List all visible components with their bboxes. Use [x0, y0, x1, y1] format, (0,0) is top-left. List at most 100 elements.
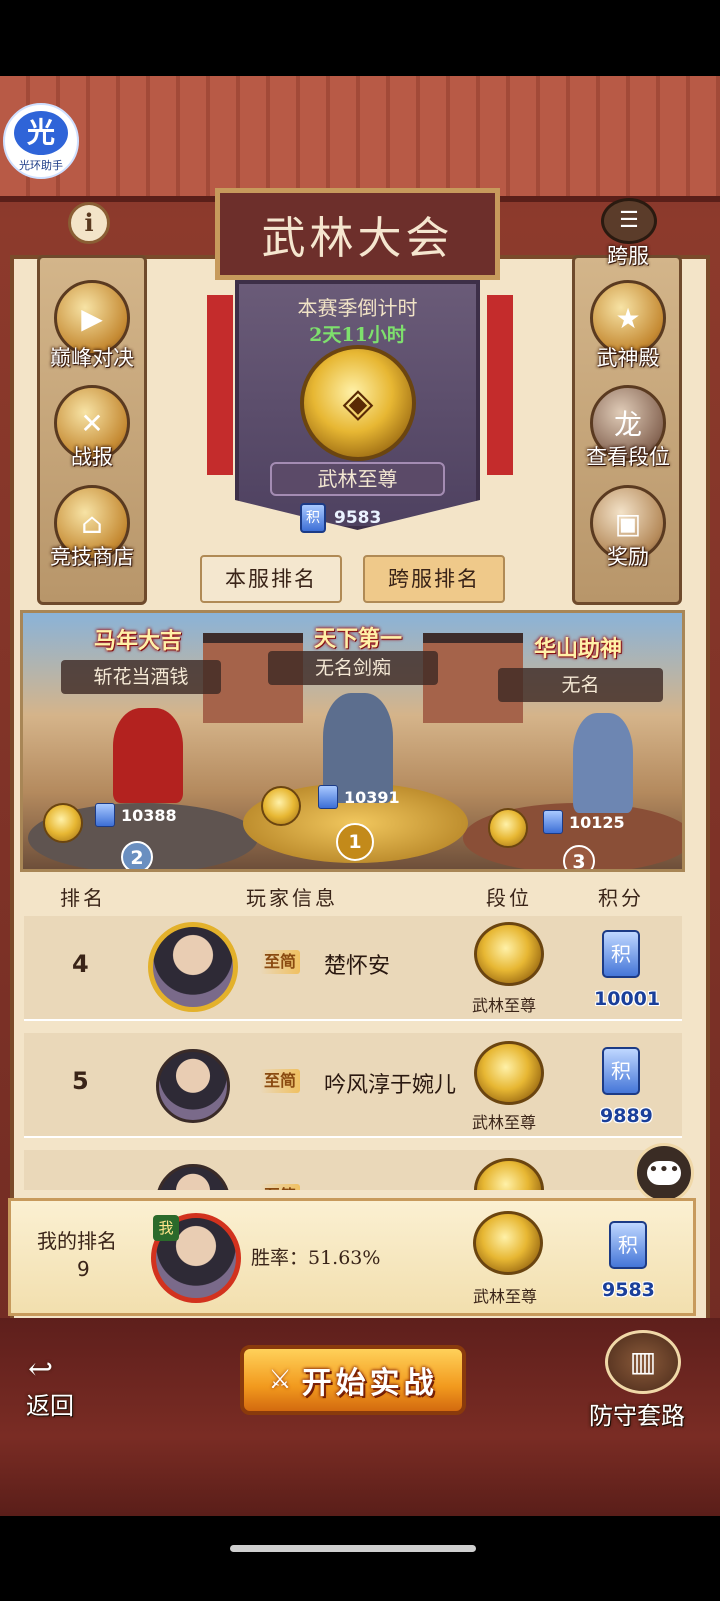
podium-2-score: 10388: [95, 803, 177, 827]
book-icon: ▥: [605, 1330, 681, 1394]
tier-emblem-icon: [474, 922, 544, 986]
home-indicator[interactable]: [230, 1545, 476, 1552]
menu-peak-battle[interactable]: ▶ 巅峰对决: [27, 280, 157, 370]
podium-top3: 马年大吉 天下第一 华山助神 斩花当酒钱 无名剑痴 无名 10388 10391…: [20, 610, 685, 872]
tier-emblem-icon[interactable]: ◈: [300, 345, 416, 461]
podium-2-name: 斩花当酒钱: [61, 660, 221, 694]
menu-label: 奖励: [607, 545, 649, 569]
row-rank: 5: [72, 1067, 89, 1095]
menu-label: 战报: [71, 445, 113, 469]
menu-cross-server[interactable]: ☰ 跨服: [563, 198, 693, 268]
defense-routine-label: 防守套路: [589, 1402, 685, 1430]
app-badge-logo: 光: [14, 111, 68, 155]
my-rank-label: 我的排名: [37, 1229, 117, 1253]
podium-3-score-value: 10125: [569, 812, 625, 832]
app-badge-label: 光环助手: [19, 159, 63, 172]
podium-1-score-value: 10391: [344, 787, 400, 807]
podium-1-score: 10391: [318, 785, 400, 809]
crossed-swords-icon: ⚔: [268, 1365, 292, 1395]
menu-arena-shop[interactable]: ⌂ 竞技商店: [27, 485, 157, 575]
menu-label: 竞技商店: [50, 545, 134, 569]
left-ribbon: [207, 295, 233, 475]
season-score: 积 9583: [300, 503, 420, 533]
navigation-bar: [0, 1516, 720, 1601]
start-battle-label: 开始实战: [301, 1366, 438, 1401]
table-row[interactable]: 至简: [24, 1150, 682, 1190]
score-tag-icon: [318, 785, 338, 809]
menu-label: 查看段位: [586, 445, 670, 469]
app-badge[interactable]: 光 光环助手: [3, 103, 79, 179]
place-2-badge: 2: [121, 841, 153, 869]
podium-1-title: 天下第一: [313, 626, 402, 652]
vip-badge: 至简: [260, 1069, 301, 1093]
vip-badge: 至简: [260, 1184, 301, 1190]
countdown-value: 2天11小时: [309, 324, 406, 346]
season-score-value: 9583: [334, 508, 382, 528]
back-button[interactable]: ↩ 返回: [18, 1352, 98, 1422]
score-tag-icon: 积: [602, 1047, 640, 1095]
page-title: 武林大会: [215, 188, 500, 280]
score-tag-icon: 积: [602, 930, 640, 978]
tab-local-ranking[interactable]: 本服排名: [200, 555, 342, 603]
player-3-figure[interactable]: [573, 713, 633, 813]
score-tag-icon: [95, 803, 115, 827]
my-rank-panel: 我的排名 9 我 胜率：51.63% 武林至尊 积 9583: [8, 1198, 696, 1316]
menu-label: 武神殿: [596, 346, 660, 370]
list-icon: ☰: [601, 198, 657, 244]
avatar[interactable]: [148, 922, 238, 1012]
tier-emblem-icon: [261, 786, 301, 826]
place-3-badge: 3: [563, 845, 595, 869]
tier-emblem-icon: [474, 1041, 544, 1105]
menu-rewards[interactable]: ▣ 奖励: [563, 485, 693, 575]
player-name: 吟风淳于婉儿: [324, 1073, 457, 1098]
chat-button[interactable]: •••: [634, 1143, 694, 1203]
podium-2-title: 马年大吉: [93, 628, 182, 654]
podium-3-name: 无名: [498, 668, 663, 702]
header-tier: 段位: [486, 886, 532, 910]
player-name: 楚怀安: [324, 954, 391, 979]
score-tag-icon: [543, 810, 563, 834]
back-label: 返回: [26, 1392, 74, 1420]
tier-emblem-icon: [43, 803, 83, 843]
podium-3-title: 华山助神: [533, 636, 622, 662]
status-bar: [0, 0, 720, 76]
podium-2-score-value: 10388: [121, 805, 177, 825]
my-score: 9583: [602, 1279, 655, 1301]
back-arrow-icon: ↩: [28, 1352, 54, 1387]
tier-emblem-icon: [488, 808, 528, 848]
row-score: 10001: [594, 988, 661, 1010]
tier-emblem-icon: [473, 1211, 543, 1275]
vip-badge: 至简: [260, 950, 301, 974]
countdown-label: 本赛季倒计时: [297, 296, 418, 320]
menu-war-god-hall[interactable]: ★ 武神殿: [563, 280, 693, 370]
menu-view-tier[interactable]: 龙 查看段位: [563, 385, 693, 475]
defense-routine-button[interactable]: ▥ 防守套路: [585, 1330, 705, 1430]
table-row[interactable]: 5 至简 吟风淳于婉儿 武林至尊 积 9889: [24, 1033, 682, 1138]
row-score: 9889: [600, 1105, 653, 1127]
podium-1-name: 无名剑痴: [268, 651, 438, 685]
player-2-figure[interactable]: [113, 708, 183, 803]
my-tier: 武林至尊: [473, 1287, 538, 1306]
start-battle-button[interactable]: ⚔ 开始实战: [240, 1345, 466, 1415]
podium-3-score: 10125: [543, 810, 625, 834]
menu-label: 跨服: [607, 244, 649, 268]
row-rank: 4: [72, 950, 89, 978]
chat-bubble-icon: •••: [647, 1161, 681, 1185]
season-tier-name: 武林至尊: [270, 462, 445, 496]
avatar: [156, 1164, 230, 1190]
right-ribbon: [487, 295, 513, 475]
avatar[interactable]: [156, 1049, 230, 1123]
header-score: 积分: [598, 886, 644, 910]
score-tag-icon: 积: [609, 1221, 647, 1269]
header-player: 玩家信息: [246, 886, 338, 910]
info-icon[interactable]: i: [68, 202, 110, 244]
tab-cross-ranking[interactable]: 跨服排名: [363, 555, 505, 603]
menu-label: 巅峰对决: [50, 346, 134, 370]
tier-emblem-icon: [474, 1158, 544, 1190]
score-tag-icon: 积: [300, 503, 326, 533]
table-row[interactable]: 4 至简 楚怀安 武林至尊 积 10001: [24, 916, 682, 1021]
header-rank: 排名: [60, 886, 106, 910]
menu-battle-report[interactable]: ✕ 战报: [27, 385, 157, 475]
place-1-badge: 1: [336, 823, 374, 861]
win-rate: 胜率：51.63%: [251, 1247, 381, 1269]
